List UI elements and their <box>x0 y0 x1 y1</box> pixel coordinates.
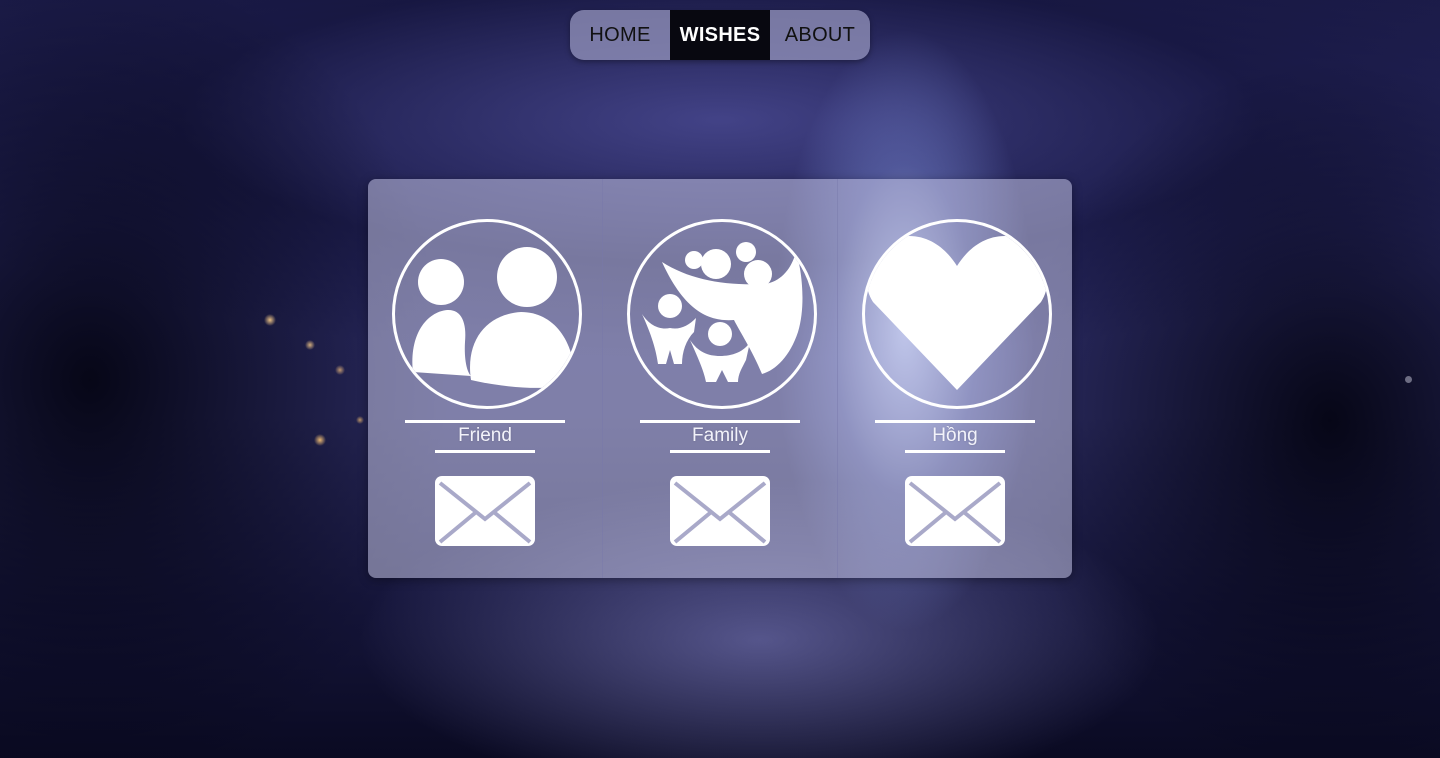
wishes-panel: Friend Family Hồng <box>368 179 1072 578</box>
family-icon[interactable] <box>627 219 817 409</box>
top-nav: HOME WISHES ABOUT <box>570 10 870 60</box>
divider-bottom <box>670 450 770 453</box>
divider-top <box>405 420 565 423</box>
nav-about[interactable]: ABOUT <box>770 10 870 60</box>
friends-icon[interactable] <box>392 219 582 409</box>
card-friend: Friend <box>368 179 603 578</box>
card-label: Family <box>692 425 748 446</box>
mail-icon[interactable] <box>905 476 1005 546</box>
mail-icon[interactable] <box>670 476 770 546</box>
divider-top <box>640 420 800 423</box>
divider-top <box>875 420 1035 423</box>
nav-home[interactable]: HOME <box>570 10 670 60</box>
divider-bottom <box>435 450 535 453</box>
nav-wishes[interactable]: WISHES <box>670 10 770 60</box>
divider-bottom <box>905 450 1005 453</box>
heart-icon[interactable] <box>862 219 1052 409</box>
card-label: Friend <box>458 425 512 446</box>
card-label: Hồng <box>932 425 978 446</box>
scroll-indicator-dot <box>1405 376 1412 383</box>
card-hong: Hồng <box>838 179 1072 578</box>
card-family: Family <box>603 179 838 578</box>
mail-icon[interactable] <box>435 476 535 546</box>
